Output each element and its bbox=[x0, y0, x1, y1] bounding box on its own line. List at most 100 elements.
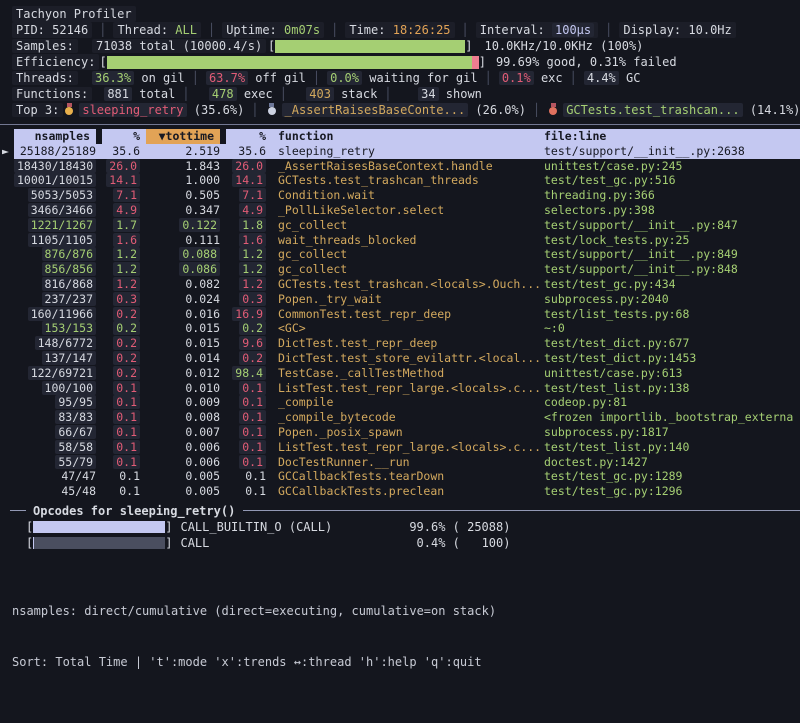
cell-tottime-value: 0.082 bbox=[185, 277, 220, 291]
cell-percent-direct: 0.2 bbox=[102, 307, 146, 322]
table-row[interactable]: 55/790.10.0060.1DocTestRunner.__rundocte… bbox=[0, 455, 800, 470]
cell-function: _compile bbox=[272, 395, 542, 410]
cell-nsamples: 58/58 bbox=[14, 440, 102, 455]
table-row[interactable]: 153/1530.20.0150.2<GC>~:0 bbox=[0, 321, 800, 336]
table-row[interactable]: 45/480.10.0050.1GCCallbackTests.preclean… bbox=[0, 484, 800, 499]
table-row[interactable]: 83/830.10.0080.1_compile_bytecode<frozen… bbox=[0, 410, 800, 425]
column-header-[interactable]: % bbox=[102, 129, 146, 144]
cell-percent-direct-value: 0.2 bbox=[113, 336, 140, 350]
opcodes-title: Opcodes for sleeping_retry() bbox=[33, 503, 235, 519]
cell-percent-direct: 26.0 bbox=[102, 159, 146, 174]
cell-percent-direct: 0.1 bbox=[102, 381, 146, 396]
cell-tottime-value: 0.010 bbox=[185, 381, 220, 395]
table-row[interactable]: 95/950.10.0090.1_compilecodeop.py:81 bbox=[0, 395, 800, 410]
cell-nsamples-value: 3466/3466 bbox=[28, 203, 96, 217]
functions-stat-label: total bbox=[132, 87, 175, 101]
functions-stat-total: 881 total bbox=[92, 86, 175, 102]
table-row[interactable]: 160/119660.20.01616.9CommonTest.test_rep… bbox=[0, 307, 800, 322]
threads-row: Threads: 36.3% on gil│63.7% off gil│0.0%… bbox=[0, 70, 800, 86]
column-header-[interactable]: % bbox=[226, 129, 272, 144]
table-row[interactable]: 18430/1843026.01.84326.0_AssertRaisesBas… bbox=[0, 159, 800, 174]
cell-percent-direct: 0.1 bbox=[102, 469, 146, 484]
cell-percent-cumulative-value: 7.1 bbox=[239, 188, 266, 202]
threads-separator: │ bbox=[570, 70, 577, 86]
opcode-row: []CALL0.4% ( 100) bbox=[0, 535, 800, 551]
cell-tottime: 0.111 bbox=[146, 233, 226, 248]
row-gutter bbox=[0, 410, 14, 425]
cell-percent-cumulative-value: 0.1 bbox=[239, 440, 266, 454]
table-row[interactable]: 3466/34664.90.3474.9_PollLikeSelector.se… bbox=[0, 203, 800, 218]
cell-percent-cumulative-value: 0.1 bbox=[245, 484, 266, 498]
table-row[interactable]: 148/67720.20.0159.6DictTest.test_repr_de… bbox=[0, 336, 800, 351]
cell-tottime: 2.519 bbox=[146, 144, 226, 159]
table-row[interactable]: ►25188/2518935.62.51935.6sleeping_retryt… bbox=[0, 144, 800, 159]
column-header-file:line[interactable]: file:line bbox=[542, 129, 800, 144]
status-separator: │ bbox=[208, 22, 215, 38]
cell-percent-cumulative: 0.1 bbox=[226, 469, 272, 484]
cell-tottime: 0.086 bbox=[146, 262, 226, 277]
opcode-usage-fill bbox=[33, 521, 164, 533]
cell-tottime-value: 0.505 bbox=[185, 188, 220, 202]
row-gutter bbox=[0, 425, 14, 440]
cell-percent-cumulative: 1.6 bbox=[226, 233, 272, 248]
cell-nsamples-value: 47/47 bbox=[61, 469, 96, 483]
row-gutter bbox=[0, 233, 14, 248]
table-row[interactable]: 876/8761.20.0881.2gc_collecttest/support… bbox=[0, 247, 800, 262]
cell-tottime-value: 0.006 bbox=[185, 440, 220, 454]
cell-file-line: test/test_gc.py:1289 bbox=[542, 469, 800, 484]
status-pid-label: PID: bbox=[16, 23, 52, 37]
table-row[interactable]: 1221/12671.70.1221.8gc_collecttest/suppo… bbox=[0, 218, 800, 233]
cell-tottime: 0.007 bbox=[146, 425, 226, 440]
cell-tottime: 0.005 bbox=[146, 484, 226, 499]
table-header-gutter bbox=[0, 129, 14, 144]
column-header-nsamples[interactable]: nsamples bbox=[14, 129, 102, 144]
cell-nsamples: 137/147 bbox=[14, 351, 102, 366]
cell-file-line: test/test_dict.py:677 bbox=[542, 336, 800, 351]
cell-percent-cumulative: 7.1 bbox=[226, 188, 272, 203]
gold-medal-icon bbox=[65, 107, 73, 115]
table-row[interactable]: 122/697210.20.01298.4TestCase._callTestM… bbox=[0, 366, 800, 381]
functions-stat-value: 403 bbox=[294, 86, 334, 102]
table-row[interactable]: 816/8681.20.0821.2GCTests.test_trashcan.… bbox=[0, 277, 800, 292]
cell-nsamples: 3466/3466 bbox=[14, 203, 102, 218]
table-row[interactable]: 1105/11051.60.1111.6wait_threads_blocked… bbox=[0, 233, 800, 248]
table-row[interactable]: 47/470.10.0050.1GCCallbackTests.tearDown… bbox=[0, 469, 800, 484]
thread-stat-label: GC bbox=[619, 71, 641, 85]
cell-tottime-value: 0.005 bbox=[185, 484, 220, 498]
cell-nsamples: 1105/1105 bbox=[14, 233, 102, 248]
cell-nsamples-value: 160/11966 bbox=[28, 307, 96, 321]
cell-nsamples: 95/95 bbox=[14, 395, 102, 410]
cell-percent-direct-value: 0.1 bbox=[113, 455, 140, 469]
cell-file-line: doctest.py:1427 bbox=[542, 455, 800, 470]
cell-nsamples-value: 100/100 bbox=[42, 381, 96, 395]
table-row[interactable]: 10001/1001514.11.00014.1GCTests.test_tra… bbox=[0, 173, 800, 188]
cell-nsamples: 25188/25189 bbox=[14, 144, 102, 159]
table-row[interactable]: 66/670.10.0070.1Popen._posix_spawnsubpro… bbox=[0, 425, 800, 440]
column-header-function[interactable]: function bbox=[272, 129, 542, 144]
row-gutter bbox=[0, 455, 14, 470]
table-row[interactable]: 137/1470.20.0140.2DictTest.test_store_ev… bbox=[0, 351, 800, 366]
top3-label: Top 3: bbox=[12, 103, 63, 117]
cell-nsamples-value: 856/856 bbox=[42, 262, 96, 276]
cell-function: GCTests.test_trashcan_threads bbox=[272, 173, 542, 188]
table-row[interactable]: 5053/50537.10.5057.1Condition.waitthread… bbox=[0, 188, 800, 203]
table-row[interactable]: 58/580.10.0060.1ListTest.test_repr_large… bbox=[0, 440, 800, 455]
cell-nsamples: 55/79 bbox=[14, 455, 102, 470]
table-row[interactable]: 856/8561.20.0861.2gc_collecttest/support… bbox=[0, 262, 800, 277]
table-row[interactable]: 100/1000.10.0100.1ListTest.test_repr_lar… bbox=[0, 381, 800, 396]
column-header-tottime[interactable]: ▼tottime bbox=[146, 129, 226, 144]
row-gutter bbox=[0, 351, 14, 366]
cell-percent-cumulative: 0.1 bbox=[226, 440, 272, 455]
footer-nsamples-help: nsamples: direct/cumulative (direct=exec… bbox=[12, 603, 496, 620]
cell-percent-direct: 0.1 bbox=[102, 395, 146, 410]
cell-percent-cumulative-value: 0.1 bbox=[245, 469, 266, 483]
cell-function: CommonTest.test_repr_deep bbox=[272, 307, 542, 322]
cell-file-line: test/test_list.py:140 bbox=[542, 440, 800, 455]
table-row[interactable]: 237/2370.30.0240.3Popen._try_waitsubproc… bbox=[0, 292, 800, 307]
row-gutter bbox=[0, 218, 14, 233]
cell-nsamples-value: 58/58 bbox=[55, 440, 96, 454]
cell-tottime-value: 2.519 bbox=[185, 144, 220, 158]
cell-percent-cumulative: 9.6 bbox=[226, 336, 272, 351]
cell-file-line: test/lock_tests.py:25 bbox=[542, 233, 800, 248]
cell-percent-cumulative-value: 0.1 bbox=[239, 425, 266, 439]
